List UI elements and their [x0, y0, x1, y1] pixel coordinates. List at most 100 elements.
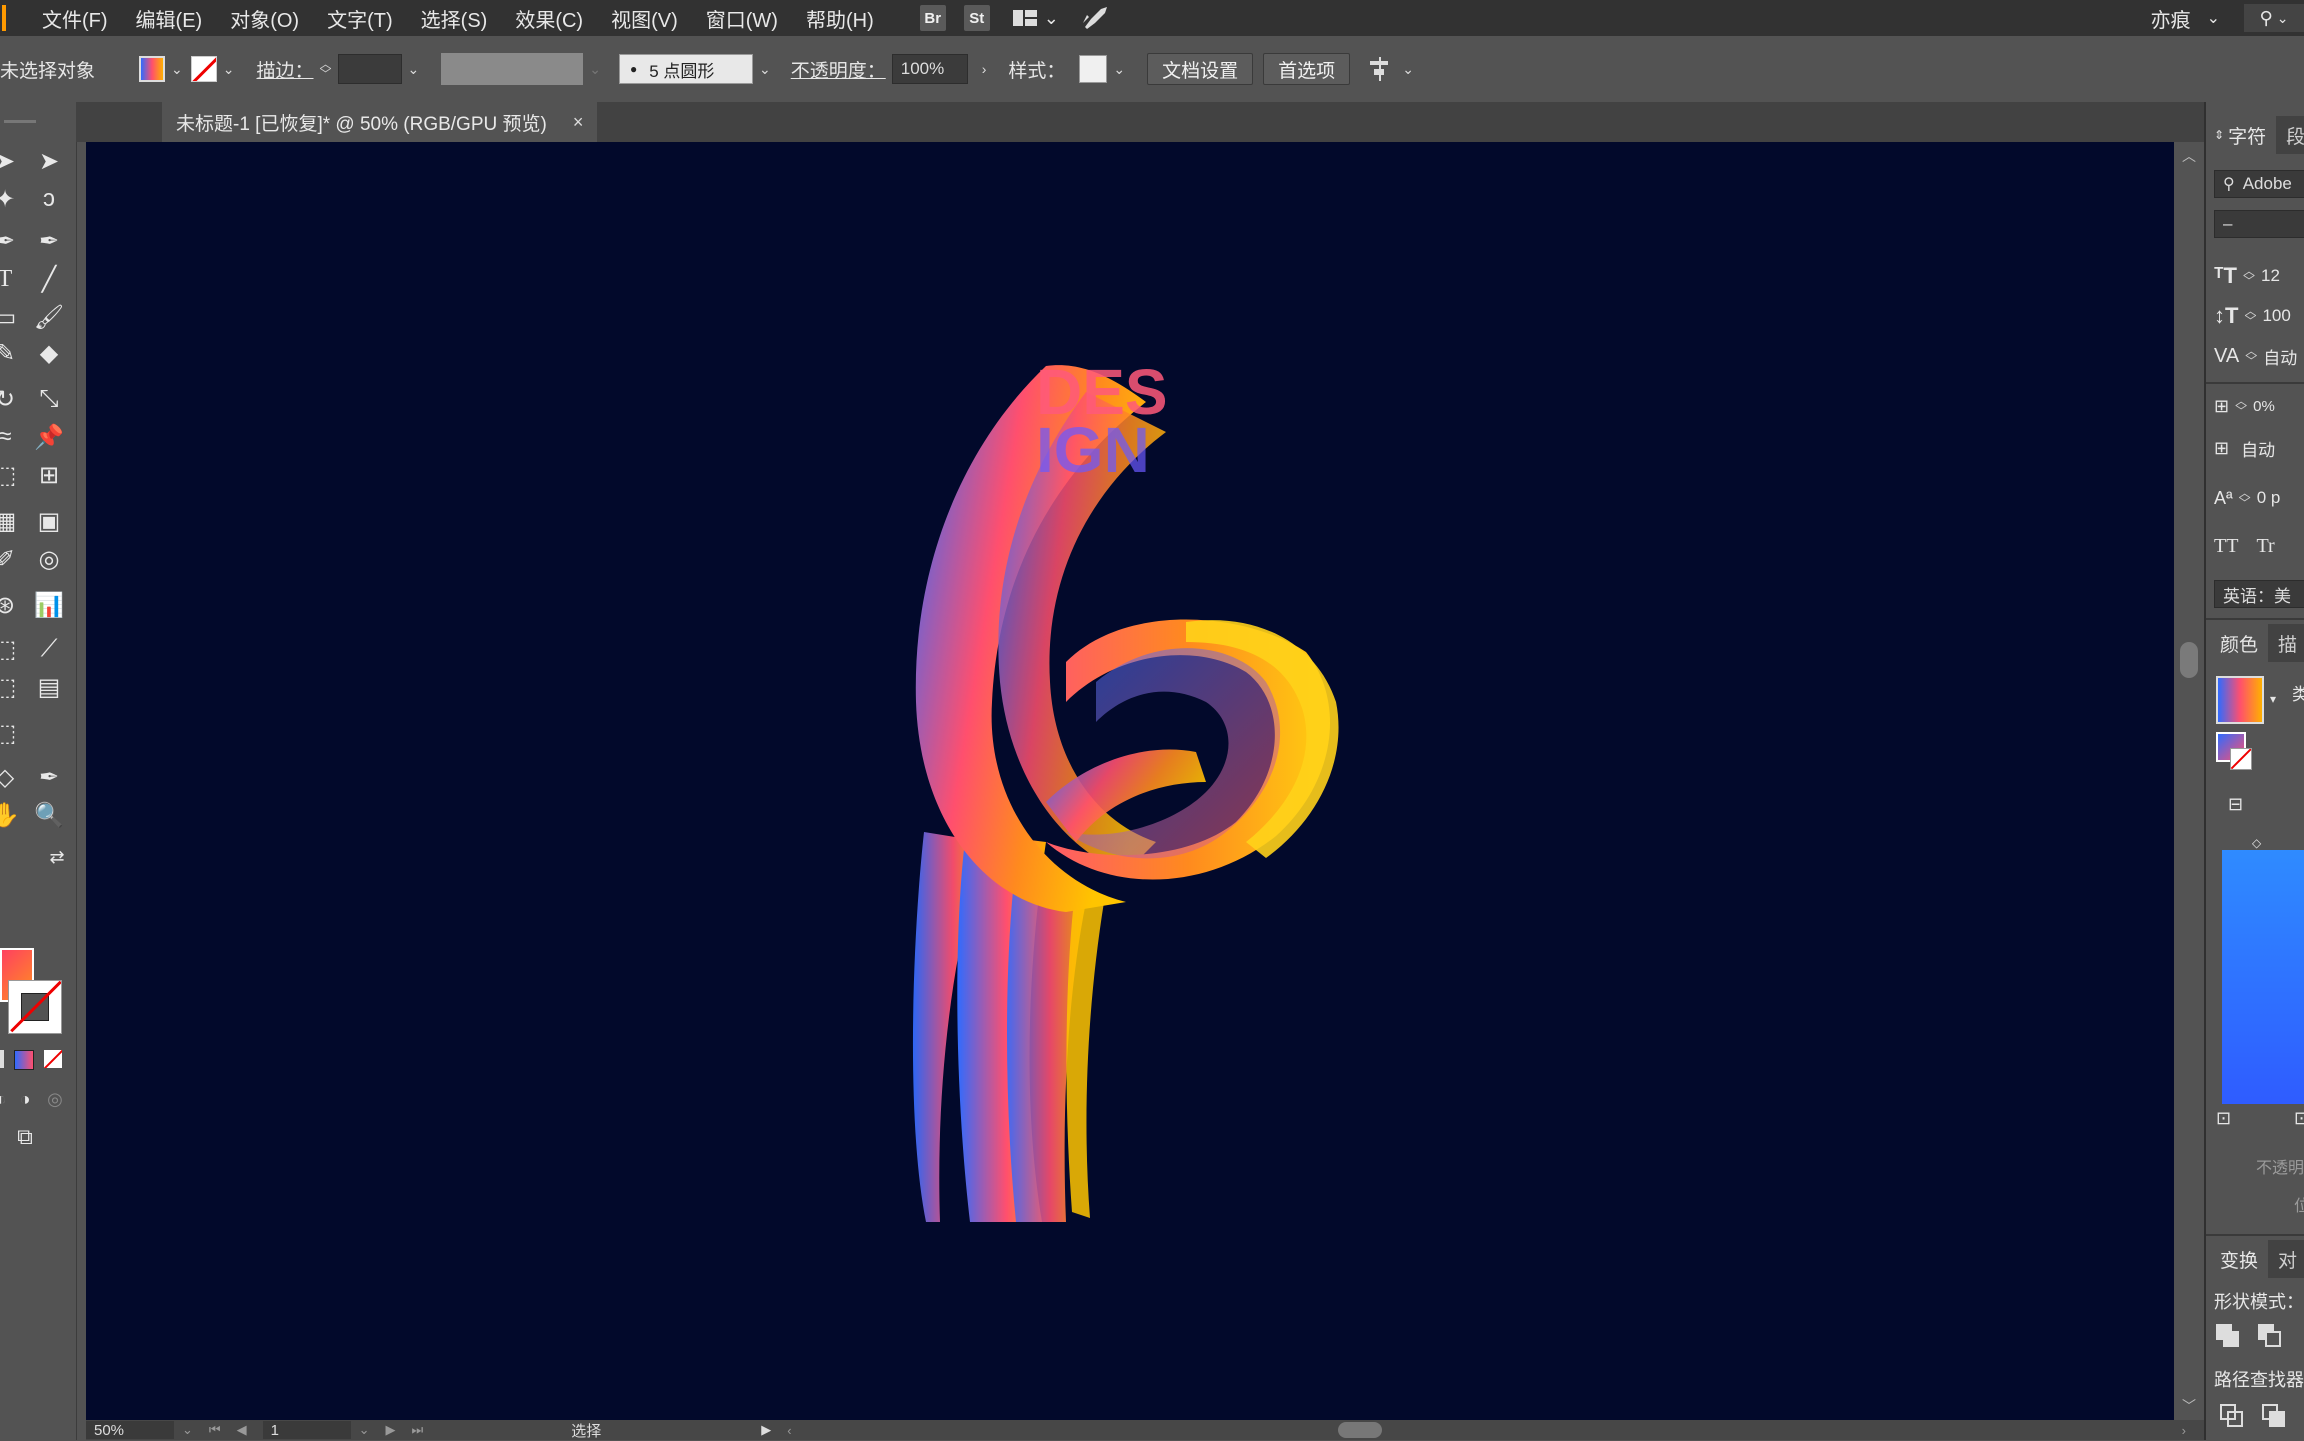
puppet-warp-tool-icon[interactable]: 📌 [34, 422, 64, 452]
print-tiling-tool-icon[interactable]: ▤ [34, 672, 64, 702]
tab-character[interactable]: ⇕ 字符 [2206, 116, 2277, 154]
document-tab[interactable]: 未标题-1 [已恢复]* @ 50% (RGB/GPU 预览) × [162, 102, 598, 142]
trim-button[interactable] [2262, 1404, 2286, 1428]
gradient-preview-swatch[interactable] [2216, 676, 2264, 724]
kerning-input[interactable]: 自动 [2263, 344, 2297, 369]
symbol-sprayer-tool-icon[interactable]: ⊛ [0, 590, 20, 620]
zoom-level-field[interactable]: 50% [86, 1421, 174, 1439]
user-account[interactable]: 亦痕 [2151, 4, 2191, 33]
menu-file[interactable]: 文件(F) [42, 4, 108, 33]
next-artboard-icon[interactable]: ▶ [386, 1422, 396, 1438]
stroke-weight-stepper[interactable]: ︿ ﹀ [320, 58, 332, 80]
graphic-style-swatch[interactable] [1079, 55, 1108, 83]
leading-input[interactable]: 100 [2262, 306, 2290, 326]
small-caps-button[interactable]: Tr [2256, 535, 2274, 558]
font-size-stepper[interactable]: ︿ ﹀ [2243, 265, 2255, 287]
menu-select[interactable]: 选择(S) [421, 4, 488, 33]
none-mode-button[interactable] [44, 1050, 62, 1068]
gradient-stop-icon[interactable]: ⊡ [2294, 1108, 2304, 1129]
kerning-stepper[interactable]: ︿ ﹀ [2245, 345, 2257, 367]
menu-effect[interactable]: 效果(C) [515, 4, 583, 33]
gpu-performance-button[interactable] [1081, 5, 1109, 31]
first-artboard-icon[interactable]: ⏮ [209, 1422, 221, 1438]
fill-color-swatch[interactable] [139, 56, 166, 82]
align-menu-icon[interactable] [1368, 57, 1396, 81]
width-tool-icon[interactable]: ≈ [0, 422, 20, 452]
rotate-tool-icon[interactable]: ↻ [0, 384, 20, 414]
eraser-tool-icon[interactable]: ◆ [34, 338, 64, 368]
workspace-switcher[interactable]: ⌄ [1012, 8, 1059, 29]
screen-mode-icon[interactable]: ⧉ [10, 1122, 40, 1152]
menu-object[interactable]: 对象(O) [230, 4, 299, 33]
chevron-right-icon[interactable]: › [982, 61, 987, 77]
document-setup-button[interactable]: 文档设置 [1147, 53, 1254, 85]
chevron-down-icon[interactable]: ⌄ [1113, 61, 1125, 78]
stroke-weight-input[interactable] [337, 54, 402, 84]
blend-tool-icon[interactable]: ◎ [34, 544, 64, 574]
font-style-input[interactable]: – [2214, 210, 2304, 238]
artboard-number-field[interactable]: 1 [262, 1421, 351, 1439]
horizontal-scroll-thumb[interactable] [1338, 1422, 1382, 1438]
chevron-down-icon[interactable]: ⌄ [359, 1422, 370, 1438]
scroll-right-icon[interactable]: › [2182, 1423, 2186, 1438]
scroll-left-icon[interactable]: ‹ [787, 1423, 791, 1438]
minus-front-button[interactable] [2258, 1324, 2282, 1348]
column-graph-tool-icon[interactable]: 📊 [34, 590, 64, 620]
leading-stepper[interactable]: ︿ ﹀ [2244, 305, 2256, 327]
tab-stroke[interactable]: 描 [2268, 630, 2297, 657]
stroke-color-swatch[interactable] [190, 56, 217, 82]
menu-edit[interactable]: 编辑(E) [136, 4, 203, 33]
chevron-down-icon[interactable]: ⌄ [2207, 8, 2220, 28]
stock-button[interactable]: St [963, 5, 990, 31]
chevron-down-icon[interactable]: ⌄ [223, 61, 235, 78]
free-transform-tool-icon[interactable]: ⬚ [0, 460, 20, 490]
gradient-midpoint-icon[interactable]: ◇ [2252, 836, 2261, 850]
language-select[interactable]: 英语：美 [2214, 580, 2304, 608]
draw-behind-icon[interactable]: ◑ [10, 1084, 40, 1114]
divide-button[interactable] [2220, 1404, 2244, 1428]
swap-fill-stroke-icon[interactable]: ⇄ [42, 842, 72, 872]
tab-color[interactable]: 颜色 [2206, 624, 2269, 662]
artboard-select-icon[interactable]: ⬚ [0, 718, 20, 748]
curvature-tool-icon[interactable]: ✒ [34, 226, 64, 256]
draw-inside-icon[interactable]: ◎ [40, 1084, 70, 1114]
shaper-tool-icon[interactable]: ◇ [0, 762, 20, 792]
vertical-scroll-thumb[interactable] [2180, 642, 2198, 678]
line-tool-icon[interactable]: ╱ [34, 264, 64, 294]
chevron-down-icon[interactable]: ▾ [2270, 692, 2276, 706]
previous-artboard-icon[interactable]: ◀ [237, 1422, 247, 1438]
chevron-down-icon[interactable]: ⌄ [589, 61, 601, 78]
magic-wand-tool-icon[interactable]: ✦ [0, 184, 20, 214]
tsume-stepper[interactable]: ︿ ﹀ [2235, 395, 2247, 417]
menu-window[interactable]: 窗口(W) [706, 4, 778, 33]
chevron-down-icon[interactable]: ⌄ [759, 61, 771, 78]
tab-align[interactable]: 对 [2268, 1246, 2297, 1273]
gradient-options-icon[interactable]: ⊟ [2228, 794, 2243, 815]
artboard-canvas[interactable]: DES IGN [86, 142, 2174, 1420]
baseline-stepper[interactable]: ︿ ﹀ [2239, 487, 2251, 509]
gradient-tool-icon[interactable]: ▣ [34, 506, 64, 536]
unite-button[interactable] [2216, 1324, 2240, 1348]
gradient-ramp[interactable] [2222, 850, 2304, 1104]
vertical-scrollbar[interactable]: ︿ ﹀ [2174, 142, 2204, 1420]
gradient-mode-button[interactable] [14, 1050, 34, 1070]
artboard-tool-icon[interactable]: ⬚ [0, 634, 20, 664]
preferences-button[interactable]: 首选项 [1263, 53, 1351, 85]
lasso-tool-icon[interactable]: ↄ [34, 184, 64, 214]
font-family-input[interactable]: ⚲ Adobe [2214, 170, 2304, 198]
last-artboard-icon[interactable]: ⏭ [412, 1422, 424, 1438]
pen-tool-icon[interactable]: ✒ [0, 226, 20, 256]
font-size-input[interactable]: 12 [2261, 266, 2280, 286]
hand-tool-icon[interactable]: ✋ [0, 800, 20, 830]
baseline-input[interactable]: 0 p [2257, 488, 2281, 508]
tsume-input[interactable]: 0% [2253, 398, 2275, 415]
bridge-button[interactable]: Br [919, 5, 946, 31]
tab-paragraph[interactable]: 段 [2276, 122, 2304, 149]
menu-view[interactable]: 视图(V) [611, 4, 678, 33]
chevron-down-icon[interactable]: ⌄ [1402, 61, 1414, 78]
brush-definition[interactable]: ● 5 点圆形 [618, 54, 753, 84]
rectangle-tool-icon[interactable]: ▭ [0, 302, 20, 332]
chevron-down-icon[interactable]: ﹀ [2174, 1396, 2204, 1416]
eyedropper-secondary-icon[interactable]: ✒ [34, 762, 64, 792]
stroke-label[interactable]: 描边： [256, 56, 313, 83]
